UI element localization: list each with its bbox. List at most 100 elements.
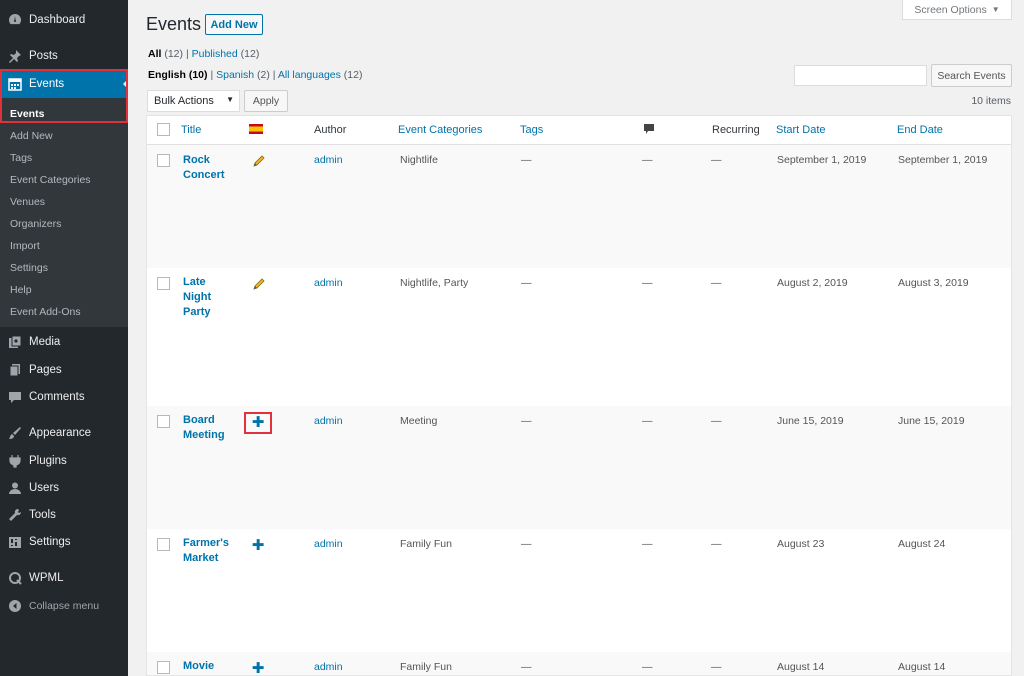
author-link[interactable]: admin (314, 415, 343, 427)
menu-label: Dashboard (29, 14, 86, 26)
menu-media[interactable]: Media (0, 328, 128, 356)
filter-published[interactable]: Published (192, 48, 238, 60)
row-checkbox[interactable] (157, 661, 170, 674)
event-title-link[interactable]: Farmer's Market (183, 536, 239, 566)
plus-icon[interactable]: ✚ (251, 660, 265, 676)
author-link[interactable]: admin (314, 661, 343, 673)
menu-plugins[interactable]: Plugins (0, 447, 128, 475)
event-title-link[interactable]: Rock Concert (183, 153, 235, 183)
menu-wpml[interactable]: WPML (0, 564, 128, 592)
pencil-icon[interactable] (251, 277, 265, 291)
menu-collapse[interactable]: Collapse menu (0, 592, 128, 620)
end-date: August 14 (898, 661, 946, 673)
category-link[interactable]: Family Fun (400, 661, 452, 673)
filter-all[interactable]: All (148, 48, 161, 60)
plus-glyph: ✚ (251, 660, 265, 676)
screen-options-button[interactable]: Screen Options ▼ (902, 0, 1012, 20)
table-header: Title Author Event Categories Tags Recur… (147, 116, 1011, 145)
submenu-tags[interactable]: Tags (10, 152, 32, 164)
column-title[interactable]: Title (181, 124, 201, 136)
event-title-link[interactable]: Board Meeting (183, 413, 235, 443)
plus-icon[interactable]: ✚ (251, 538, 265, 553)
table-row: Rock Concert admin Nightlife — — — Septe… (147, 145, 1011, 268)
row-checkbox[interactable] (157, 538, 170, 551)
filter-spanish[interactable]: Spanish (216, 69, 254, 81)
comments-value: — (642, 277, 653, 289)
tags-value: — (521, 538, 532, 550)
row-checkbox[interactable] (157, 154, 170, 167)
bulk-actions-label: Bulk Actions (154, 95, 214, 107)
page-title: Events (146, 14, 202, 34)
column-start-date[interactable]: Start Date (776, 124, 826, 136)
menu-label: Plugins (29, 455, 67, 467)
category-link[interactable]: Meeting (400, 415, 437, 427)
event-title-link[interactable]: Movie (183, 659, 235, 674)
submenu-settings[interactable]: Settings (10, 262, 48, 274)
submenu-event-categories[interactable]: Event Categories (10, 174, 91, 186)
start-date: September 1, 2019 (777, 154, 867, 166)
menu-users[interactable]: Users (0, 474, 128, 502)
submenu-venues[interactable]: Venues (10, 196, 45, 208)
filter-all-count: (12) (164, 48, 184, 60)
menu-pages[interactable]: Pages (0, 356, 128, 384)
category-link[interactable]: Nightlife (400, 154, 438, 166)
caret-down-icon: ▼ (226, 95, 234, 104)
filter-published-count: (12) (240, 48, 260, 60)
menu-settings[interactable]: Settings (0, 528, 128, 556)
menu-tools[interactable]: Tools (0, 501, 128, 529)
menu-posts[interactable]: Posts (0, 42, 128, 70)
table-row: Late Night Party admin Nightlife, Party … (147, 268, 1011, 406)
pin-icon (7, 48, 23, 64)
filter-all-languages[interactable]: All languages (278, 69, 341, 81)
plug-icon (7, 453, 23, 469)
event-title-link[interactable]: Late Night Party (183, 275, 223, 320)
column-end-date[interactable]: End Date (897, 124, 943, 136)
settings-icon (7, 534, 23, 550)
author-link[interactable]: admin (314, 154, 343, 166)
column-tags[interactable]: Tags (520, 124, 543, 136)
submenu-add-new[interactable]: Add New (10, 130, 53, 142)
end-date: August 24 (898, 538, 946, 550)
start-date: August 23 (777, 538, 825, 550)
submenu-import[interactable]: Import (10, 240, 40, 252)
row-checkbox[interactable] (157, 277, 170, 290)
apply-button[interactable]: Apply (244, 90, 288, 112)
category-link[interactable]: Nightlife, Party (400, 277, 468, 289)
menu-dashboard[interactable]: Dashboard (0, 6, 128, 34)
pages-icon (7, 362, 23, 378)
caret-down-icon: ▼ (991, 5, 1000, 14)
collapse-icon (7, 598, 23, 614)
menu-label: Settings (29, 536, 71, 548)
start-date: August 2, 2019 (777, 277, 848, 289)
table-row: Board Meeting ✚ admin Meeting — — — June… (147, 406, 1011, 529)
author-link[interactable]: admin (314, 538, 343, 550)
search-input[interactable] (794, 65, 927, 86)
select-all-checkbox[interactable] (157, 123, 170, 136)
comments-value: — (642, 415, 653, 427)
column-author: Author (314, 124, 347, 136)
row-checkbox[interactable] (157, 415, 170, 428)
filter-english[interactable]: English (148, 69, 186, 81)
filter-spanish-count: (2) (256, 69, 270, 81)
events-table: Title Author Event Categories Tags Recur… (146, 115, 1012, 676)
menu-label: Media (29, 336, 61, 348)
menu-comments[interactable]: Comments (0, 383, 128, 411)
submenu-help[interactable]: Help (10, 284, 32, 296)
submenu-event-add-ons[interactable]: Event Add-Ons (10, 306, 81, 318)
add-new-button[interactable]: Add New (205, 14, 263, 35)
end-date: June 15, 2019 (898, 415, 965, 427)
filter-english-count: (10) (188, 69, 208, 81)
submenu-organizers[interactable]: Organizers (10, 218, 61, 230)
author-link[interactable]: admin (314, 277, 343, 289)
menu-label: WPML (29, 572, 64, 584)
category-link[interactable]: Family Fun (400, 538, 452, 550)
brush-icon (7, 425, 23, 441)
pencil-icon[interactable] (251, 154, 265, 168)
main-content: Events Add New Screen Options ▼ All (12)… (128, 0, 1024, 676)
column-event-categories[interactable]: Event Categories (398, 124, 482, 136)
end-date: September 1, 2019 (898, 154, 988, 166)
comment-icon[interactable] (643, 123, 655, 138)
search-events-button[interactable]: Search Events (931, 64, 1012, 87)
menu-appearance[interactable]: Appearance (0, 419, 128, 447)
bulk-actions-select[interactable]: Bulk Actions ▼ (147, 90, 240, 112)
